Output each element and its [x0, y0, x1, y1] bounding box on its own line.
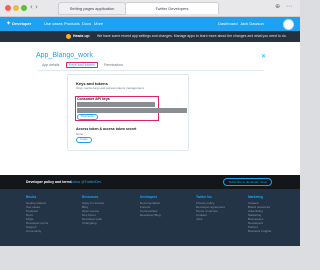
- avatar[interactable]: [283, 19, 294, 30]
- banner-title: Developer policy and terms: [26, 180, 72, 184]
- footer-col-5: Marketing Careers Brand resources Advert…: [248, 195, 288, 233]
- access-token-heading: Access token & access token secret: [76, 127, 137, 131]
- maximize-window-icon[interactable]: [21, 5, 27, 11]
- warning-icon: [66, 34, 71, 39]
- footer-heading: Twitter Inc.: [196, 195, 213, 199]
- main-content: App_Blango_work ✕ App details Keys and t…: [0, 42, 300, 175]
- browser-tab-2[interactable]: Twitter Developers: [125, 2, 219, 14]
- notice-text: We have some recent app settings and cha…: [97, 34, 287, 38]
- nav-dashboard[interactable]: Dashboard: [218, 21, 238, 26]
- footer-col-3: Developers Documentation Forums Communit…: [140, 195, 180, 217]
- browser-window: ‹ › Setting pages application Twitter De…: [0, 0, 300, 270]
- card-subtitle: Keys, secret keys and access tokens mana…: [76, 86, 145, 90]
- footer-heading: Developers: [140, 195, 158, 199]
- minimize-window-icon[interactable]: [13, 5, 19, 11]
- close-window-icon[interactable]: [5, 5, 11, 11]
- nav-use-cases[interactable]: Use cases: [44, 21, 63, 26]
- subscribe-button[interactable]: Subscribe to developer news: [223, 178, 272, 186]
- close-icon[interactable]: ✕: [261, 53, 266, 60]
- developer-topnav: ✦ Developer Use cases Products Docs More…: [0, 17, 300, 31]
- nav-account[interactable]: Jack Dawson: [240, 21, 264, 26]
- access-token-status: None: [76, 132, 84, 136]
- tab-permissions[interactable]: Permissions: [104, 63, 123, 67]
- footer-link[interactable]: Business insights: [248, 229, 288, 233]
- browser-tab-1[interactable]: Setting pages application: [58, 2, 126, 15]
- footer-link[interactable]: Changelog: [82, 221, 122, 225]
- tab-keys-and-tokens[interactable]: Keys and tokens: [66, 62, 98, 68]
- twitter-bird-icon[interactable]: ✦: [6, 20, 11, 27]
- footer-heading: Marketing: [248, 195, 264, 199]
- api-key-redacted: [77, 102, 155, 107]
- site-footer: Basics Getting started Use cases Product…: [0, 189, 300, 246]
- footer-col-4: Twitter Inc. Privacy policy Developer ag…: [196, 195, 236, 221]
- page-title: App_Blango_work: [36, 52, 93, 59]
- brand-label[interactable]: Developer: [12, 21, 31, 26]
- browser-titlebar: ‹ › Setting pages application Twitter De…: [0, 0, 300, 17]
- footer-heading: Basics: [26, 195, 37, 199]
- footer-link[interactable]: Community: [26, 229, 66, 233]
- notice-bar: Heads up: We have some recent app settin…: [0, 31, 300, 42]
- banner-link[interactable]: Follow @TwitterDev: [70, 180, 101, 184]
- consumer-keys-heading: Consumer API keys: [77, 97, 110, 101]
- regenerate-button[interactable]: Regenerate: [77, 114, 99, 120]
- keys-card: Keys and tokens Keys, secret keys and ac…: [67, 74, 189, 151]
- back-forward-icon[interactable]: ‹ ›: [30, 3, 38, 11]
- nav-products[interactable]: Products: [64, 21, 80, 26]
- browser-actions-icon[interactable]: ⊕ ⋯: [275, 3, 294, 10]
- footer-link[interactable]: Developer Blog: [140, 213, 180, 217]
- notice-label: Heads up:: [73, 34, 90, 38]
- footer-banner: Developer policy and terms Follow @Twitt…: [0, 175, 300, 189]
- footer-heading: Resources: [82, 195, 99, 199]
- nav-more[interactable]: More: [94, 21, 103, 26]
- footer-col-2: Resources Apply for access Blog Open sou…: [82, 195, 122, 225]
- footer-link[interactable]: Jobs: [196, 217, 236, 221]
- nav-docs[interactable]: Docs: [82, 21, 91, 26]
- tab-app-details[interactable]: App details: [42, 63, 59, 67]
- create-token-button[interactable]: Create: [76, 137, 92, 143]
- app-tabs: App details Keys and tokens Permissions: [38, 62, 263, 71]
- footer-col-1: Basics Getting started Use cases Product…: [26, 195, 66, 233]
- api-secret-redacted: [77, 108, 187, 113]
- window-bottom-margin: [0, 246, 300, 270]
